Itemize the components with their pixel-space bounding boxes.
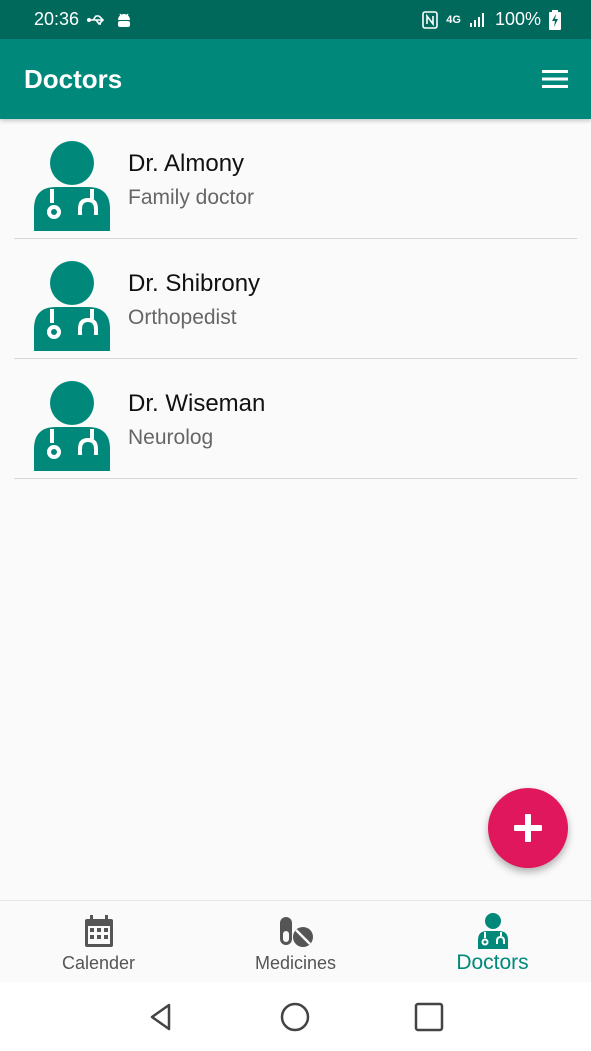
- doctor-text: Dr. Wiseman Neurolog: [128, 390, 265, 450]
- home-circle-icon[interactable]: [275, 997, 315, 1037]
- usb-icon: [87, 14, 105, 25]
- bottom-navigation: Calender Medicines Doctors: [0, 900, 591, 983]
- doctor-name: Dr. Wiseman: [128, 390, 266, 417]
- nav-label: Calender: [61, 953, 136, 973]
- page-title: Doctors: [24, 63, 123, 94]
- plus-icon: [514, 814, 542, 842]
- doctor-specialty: Family doctor: [128, 186, 255, 209]
- system-navigation-bar: [0, 982, 591, 1051]
- doctor-icon: [34, 261, 110, 351]
- recents-square-icon[interactable]: [409, 997, 449, 1037]
- doctor-icon: [34, 381, 110, 471]
- battery-charging-icon: [549, 9, 561, 30]
- doctor-name: Dr. Shibrony: [128, 270, 261, 297]
- back-triangle-icon[interactable]: [142, 997, 182, 1037]
- pills-icon: [279, 917, 313, 947]
- doctor-specialty: Orthopedist: [128, 306, 237, 329]
- calendar-icon: [84, 915, 113, 947]
- doctor-icon: [34, 141, 110, 231]
- list-item[interactable]: Dr. Shibrony Orthopedist: [14, 239, 577, 359]
- doctor-icon: [477, 913, 508, 949]
- doctor-name: Dr. Almony: [128, 150, 245, 177]
- doctor-list: Dr. Almony Family doctor Dr. Shibrony Or…: [0, 119, 591, 479]
- doctor-text: Dr. Almony Family doctor: [128, 150, 254, 210]
- app-bar: Doctors: [0, 39, 591, 119]
- nav-label: Medicines: [254, 953, 337, 973]
- status-right: 4G 100%: [422, 9, 561, 30]
- signal-icon: [469, 12, 484, 27]
- list-item[interactable]: Dr. Wiseman Neurolog: [14, 359, 577, 479]
- nav-label: Doctors: [456, 951, 529, 974]
- android-debug-icon: [118, 13, 131, 27]
- hamburger-menu-icon[interactable]: [539, 67, 571, 91]
- nfc-icon: [422, 10, 439, 29]
- doctor-text: Dr. Shibrony Orthopedist: [128, 270, 260, 330]
- status-bar: 20:36 4G 100%: [0, 0, 591, 39]
- add-doctor-button[interactable]: [488, 788, 568, 868]
- nav-item-calender[interactable]: Calender: [0, 901, 197, 983]
- nav-item-doctors[interactable]: Doctors: [394, 901, 591, 983]
- status-time: 20:36: [34, 9, 80, 29]
- list-item[interactable]: Dr. Almony Family doctor: [14, 119, 577, 239]
- status-left: 20:36: [34, 9, 133, 30]
- nav-item-medicines[interactable]: Medicines: [197, 901, 394, 983]
- network-type: 4G: [446, 13, 461, 26]
- battery-percent: 100%: [494, 9, 541, 29]
- doctor-specialty: Neurolog: [128, 426, 214, 449]
